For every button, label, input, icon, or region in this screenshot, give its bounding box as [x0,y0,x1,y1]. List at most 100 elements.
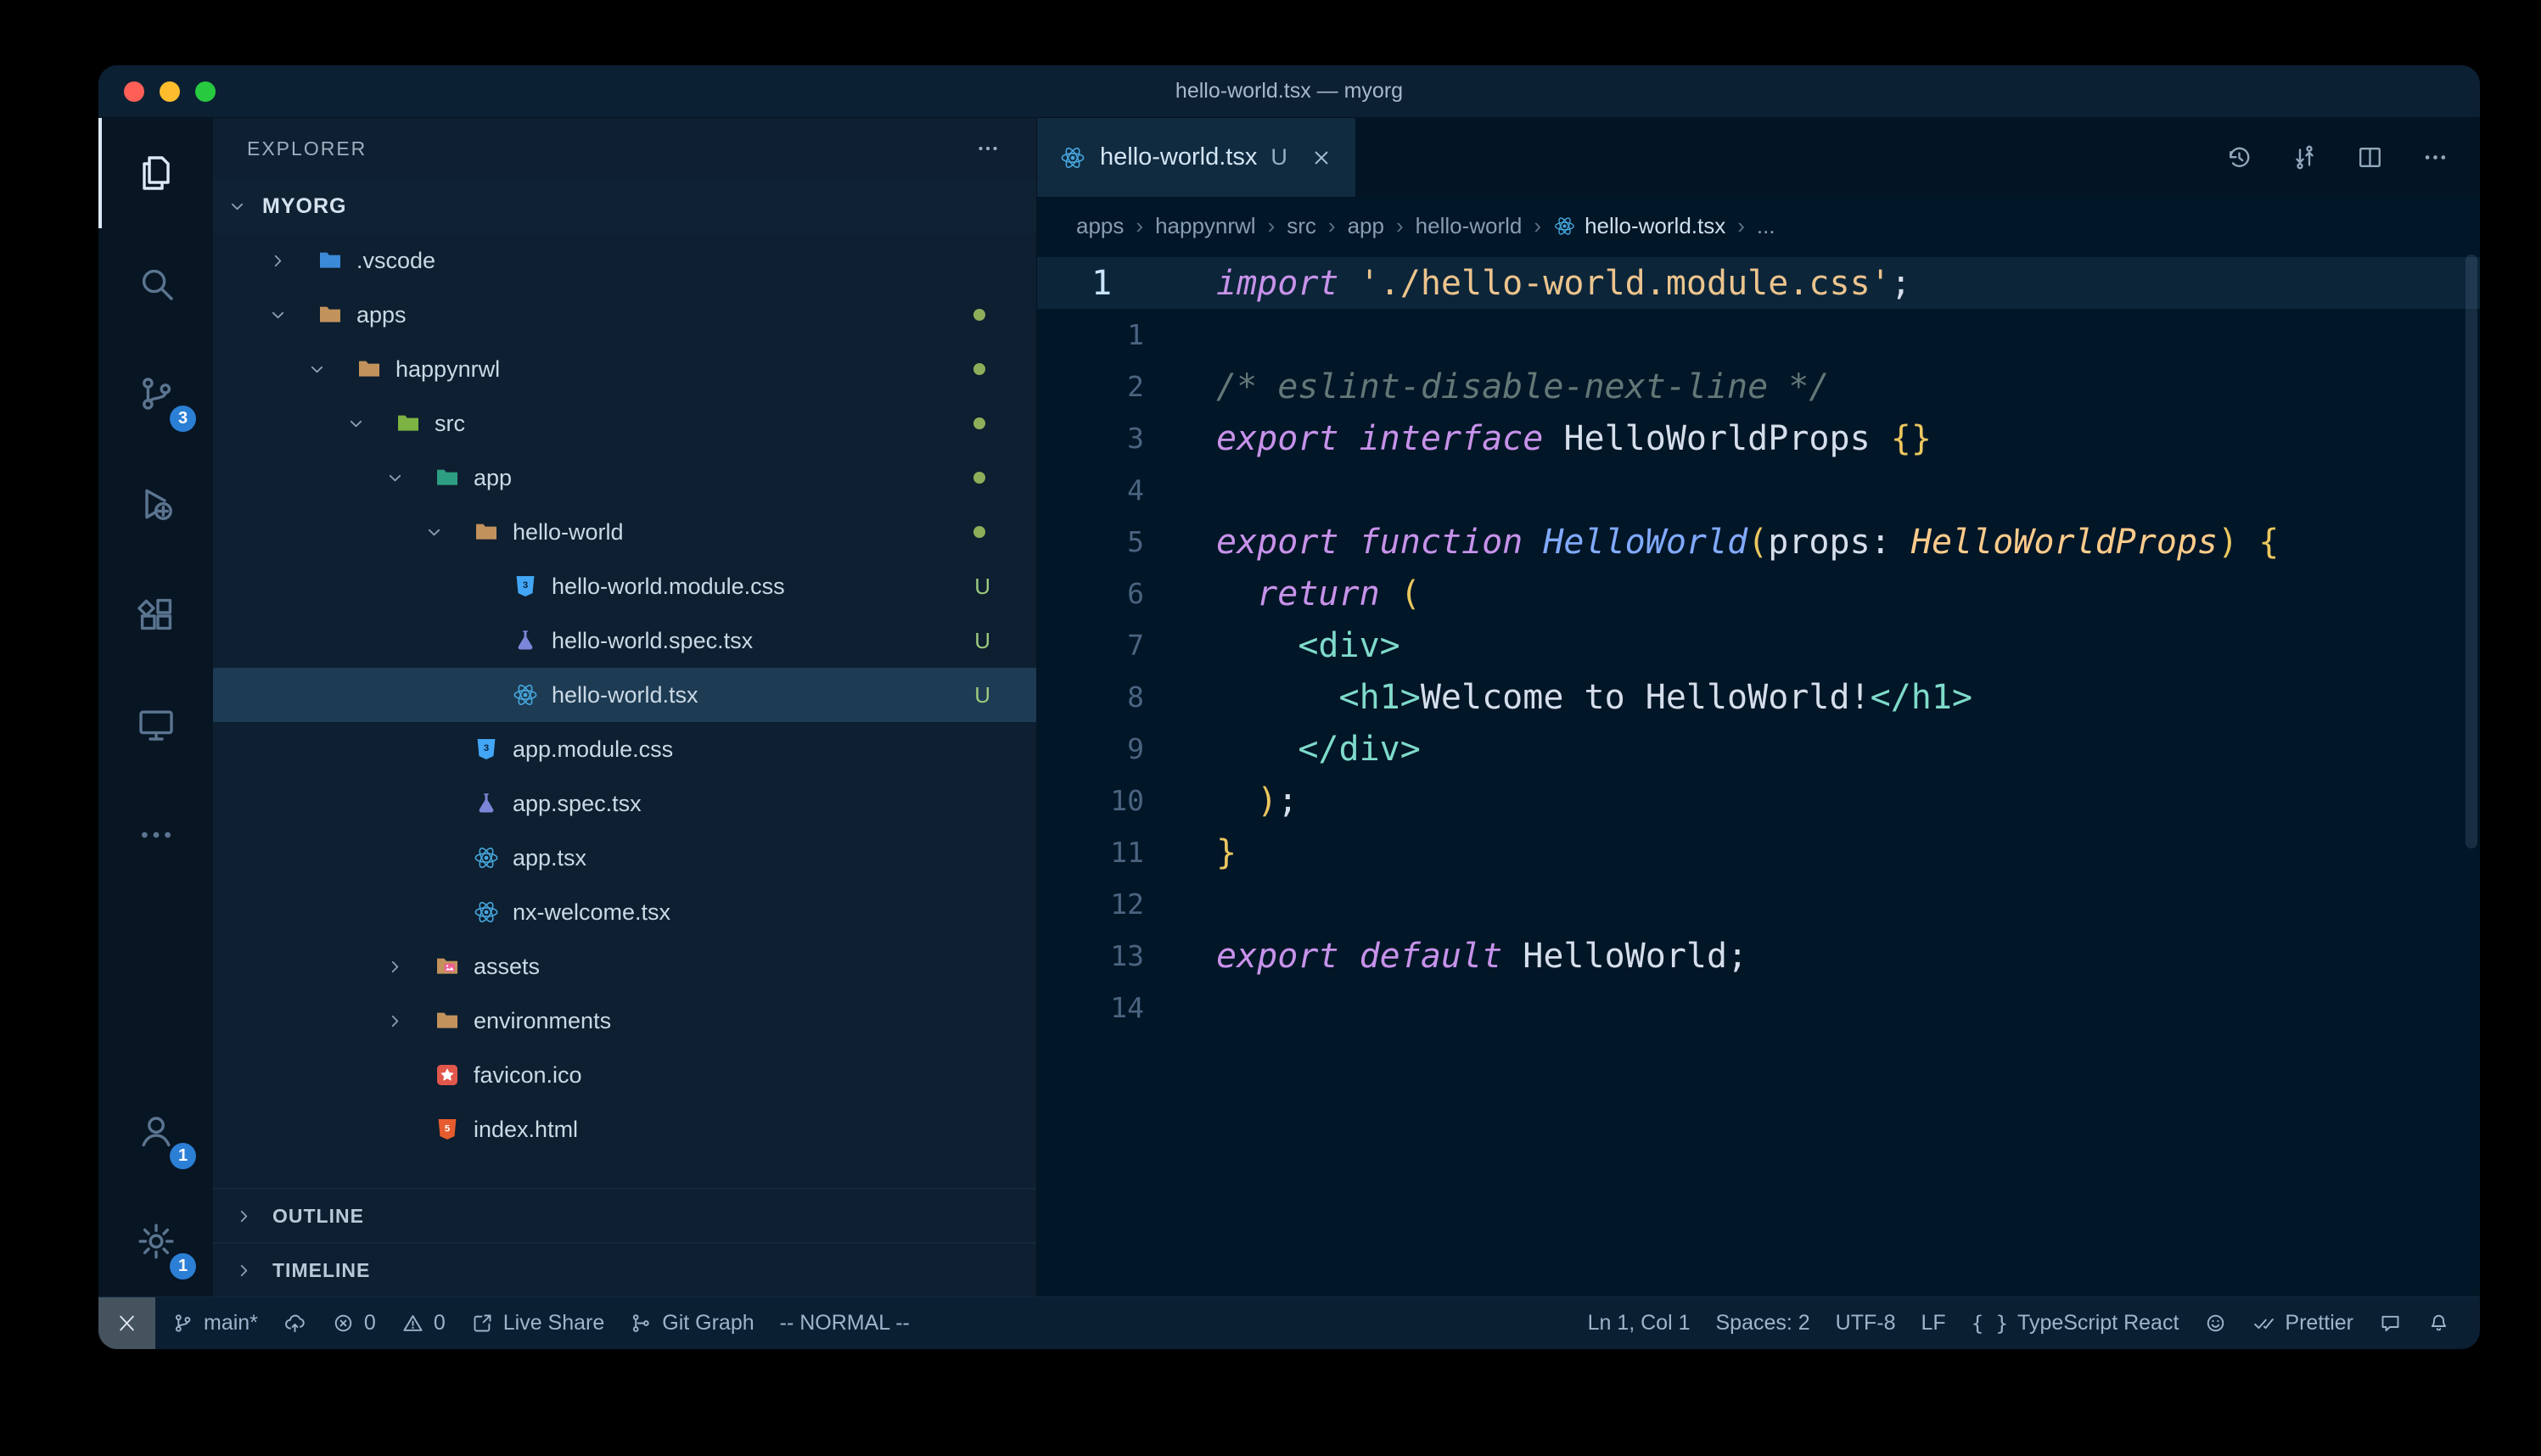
breadcrumb-happynrwl[interactable]: happynrwl [1155,213,1256,239]
chevron-down-icon[interactable] [345,413,395,434]
status-git-graph[interactable]: Git Graph [617,1297,766,1349]
scrollbar-thumb[interactable] [2465,255,2477,848]
status-notifications[interactable] [2415,1297,2463,1349]
code-line-15[interactable]: 14 [1037,982,2480,1033]
history-icon[interactable] [2225,143,2253,171]
tree-item-app-tsx[interactable]: app.tsx [213,831,1036,885]
activity-accounts-button[interactable]: 1 [98,1076,213,1186]
code-line-14[interactable]: 13export default HelloWorld; [1037,930,2480,982]
line-number[interactable]: 4 [1037,473,1164,507]
line-number[interactable]: 7 [1037,629,1164,662]
code-editor[interactable]: 1import './hello-world.module.css'; 1 2/* … [1037,255,2480,1296]
code-line-12[interactable]: 11} [1037,826,2480,878]
tree-item-src[interactable]: src [213,396,1036,451]
close-window-button[interactable] [124,81,144,102]
tree-item-favicon-ico[interactable]: favicon.ico [213,1048,1036,1102]
line-number[interactable]: 14 [1037,991,1164,1024]
line-number[interactable]: 6 [1037,577,1164,610]
status-language-mode[interactable]: { }TypeScript React [1959,1297,2192,1349]
activity-remote-explorer-button[interactable] [98,669,213,780]
line-number[interactable]: 9 [1037,732,1164,765]
chevron-right-icon[interactable] [384,1011,434,1032]
timeline-section[interactable]: TIMELINE [213,1242,1036,1296]
chevron-down-icon[interactable] [424,522,473,543]
status-branch[interactable]: main* [159,1297,271,1349]
breadcrumb-src[interactable]: src [1287,213,1316,239]
line-number[interactable]: 5 [1037,525,1164,558]
status-feedback[interactable] [2366,1297,2415,1349]
activity-settings-button[interactable]: 1 [98,1186,213,1296]
status-eol[interactable]: LF [1909,1297,1959,1349]
activity-more-button[interactable] [98,780,213,890]
activity-explorer-button[interactable] [98,118,213,228]
chevron-down-icon[interactable] [306,359,356,380]
tab-hello-world-tsx[interactable]: hello-world.tsx U [1037,118,1356,197]
line-number[interactable]: 10 [1037,784,1164,817]
line-number[interactable]: 12 [1037,888,1164,921]
tree-item-hello-world[interactable]: hello-world [213,505,1036,559]
line-number[interactable]: 1 [1037,318,1164,351]
code-line-11[interactable]: 10 ); [1037,775,2480,826]
status-vim-mode[interactable]: -- NORMAL -- [767,1297,923,1349]
tree-item-hello-world-tsx[interactable]: hello-world.tsxU [213,668,1036,722]
status-publish[interactable] [271,1297,319,1349]
tree-item-vscode[interactable]: .vscode [213,233,1036,288]
line-number[interactable]: 8 [1037,680,1164,714]
breadcrumb-hello-world-tsx[interactable]: hello-world.tsx [1553,213,1725,239]
outline-section[interactable]: OUTLINE [213,1188,1036,1242]
more-actions-icon[interactable] [2421,143,2449,171]
status-errors[interactable]: 0 [319,1297,389,1349]
status-prettier[interactable]: Prettier [2240,1297,2366,1349]
code-line-13[interactable]: 12 [1037,878,2480,930]
tree-item-app-module-css[interactable]: 3app.module.css [213,722,1036,776]
tree-item-assets[interactable]: assets [213,939,1036,994]
tree-item-app[interactable]: app [213,451,1036,505]
activity-extensions-button[interactable] [98,559,213,669]
status-cursor-position[interactable]: Ln 1, Col 1 [1575,1297,1703,1349]
tree-item-nx-welcome-tsx[interactable]: nx-welcome.tsx [213,885,1036,939]
activity-run-debug-button[interactable] [98,449,213,559]
chevron-right-icon[interactable] [267,250,317,272]
code-line-9[interactable]: 8 <h1>Welcome to HelloWorld!</h1> [1037,671,2480,723]
tree-item-hello-world-spec-tsx[interactable]: hello-world.spec.tsxU [213,613,1036,668]
tree-item-app-spec-tsx[interactable]: app.spec.tsx [213,776,1036,831]
explorer-actions-icon[interactable] [975,136,1001,161]
compare-changes-icon[interactable] [2291,143,2319,171]
breadcrumb-app[interactable]: app [1348,213,1384,239]
line-number[interactable]: 3 [1037,422,1164,455]
status-warnings[interactable]: 0 [389,1297,458,1349]
activity-source-control-button[interactable]: 3 [98,339,213,449]
code-line-1[interactable]: 1import './hello-world.module.css'; [1037,257,2480,309]
code-line-4[interactable]: 3export interface HelloWorldProps {} [1037,412,2480,464]
code-line-2[interactable]: 1 [1037,309,2480,361]
code-line-3[interactable]: 2/* eslint-disable-next-line */ [1037,361,2480,412]
zoom-window-button[interactable] [195,81,216,102]
code-line-10[interactable]: 9 </div> [1037,723,2480,775]
status-smiley[interactable] [2191,1297,2240,1349]
code-line-8[interactable]: 7 <div> [1037,619,2480,671]
tree-item-environments[interactable]: environments [213,994,1036,1048]
code-line-6[interactable]: 5export function HelloWorld(props: Hello… [1037,516,2480,568]
breadcrumb-apps[interactable]: apps [1076,213,1124,239]
tree-item-apps[interactable]: apps [213,288,1036,342]
minimize-window-button[interactable] [160,81,180,102]
status-encoding[interactable]: UTF-8 [1823,1297,1909,1349]
status-live-share[interactable]: Live Share [458,1297,618,1349]
status-indentation[interactable]: Spaces: 2 [1702,1297,1822,1349]
line-number[interactable]: 2 [1037,370,1164,403]
breadcrumb-[interactable]: ... [1757,213,1775,239]
chevron-right-icon[interactable] [384,956,434,977]
tree-item-happynrwl[interactable]: happynrwl [213,342,1036,396]
split-editor-icon[interactable] [2356,143,2384,171]
activity-search-button[interactable] [98,228,213,339]
breadcrumb-hello-world[interactable]: hello-world [1416,213,1523,239]
chevron-down-icon[interactable] [384,468,434,489]
chevron-down-icon[interactable] [267,305,317,326]
tree-item-hello-world-module-css[interactable]: 3hello-world.module.cssU [213,559,1036,613]
status-remote[interactable] [98,1297,155,1349]
tree-item-index-html[interactable]: 5index.html [213,1102,1036,1156]
code-line-7[interactable]: 6 return ( [1037,568,2480,619]
code-line-5[interactable]: 4 [1037,464,2480,516]
close-tab-icon[interactable] [1310,146,1333,170]
workspace-root[interactable]: MYORG [213,179,1036,233]
